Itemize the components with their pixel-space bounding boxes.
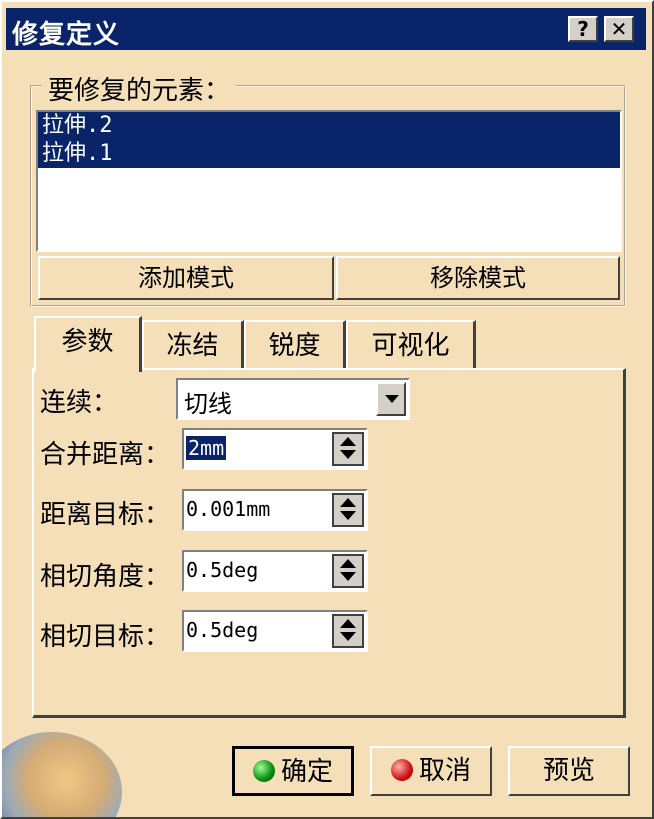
tangency-angle-value: 0.5deg: [186, 558, 259, 582]
cancel-button[interactable]: 取消: [370, 746, 492, 796]
tab-sharpness[interactable]: 锐度: [244, 320, 346, 370]
tangency-target-label: 相切目标：: [40, 622, 171, 652]
merge-distance-value: 2mm: [186, 436, 227, 460]
tab-freeze[interactable]: 冻结: [142, 320, 244, 370]
continuity-label: 连续：: [40, 388, 119, 418]
distance-target-label: 距离目标：: [40, 500, 171, 530]
help-icon: ?: [577, 17, 589, 41]
continuity-value: 切线: [184, 390, 232, 418]
close-button[interactable]: ✕: [604, 16, 634, 42]
distance-target-value: 0.001mm: [186, 497, 271, 521]
distance-target-field[interactable]: 0.001mm: [182, 489, 368, 531]
tab-parameters[interactable]: 参数: [34, 316, 142, 372]
spinner-icon[interactable]: [332, 432, 364, 466]
red-dot-icon: [390, 758, 413, 781]
tangency-target-value: 0.5deg: [186, 618, 259, 642]
merge-distance-label: 合并距离：: [40, 440, 171, 470]
green-dot-icon: [252, 759, 275, 782]
elements-group-legend: 要修复的元素：: [42, 70, 237, 107]
window-title: 修复定义: [12, 20, 121, 50]
tangency-angle-label: 相切角度：: [40, 562, 171, 592]
add-mode-button[interactable]: 添加模式: [38, 256, 334, 300]
tab-visualization[interactable]: 可视化: [346, 320, 476, 370]
ok-label: 确定: [280, 757, 333, 787]
merge-distance-field[interactable]: 2mm: [182, 428, 368, 470]
list-item[interactable]: 拉伸.2: [38, 112, 620, 140]
elements-list[interactable]: 拉伸.2 拉伸.1: [36, 110, 622, 252]
title-bar[interactable]: 修复定义 ? ✕: [6, 8, 646, 50]
spinner-icon[interactable]: [332, 614, 364, 648]
cancel-label: 取消: [418, 756, 471, 786]
continuity-select[interactable]: 切线: [176, 378, 410, 420]
list-item[interactable]: 拉伸.1: [38, 140, 620, 168]
tangency-target-field[interactable]: 0.5deg: [182, 610, 368, 652]
tangency-angle-field[interactable]: 0.5deg: [182, 550, 368, 592]
remove-mode-button[interactable]: 移除模式: [336, 256, 620, 300]
help-button[interactable]: ?: [568, 16, 598, 42]
preview-button[interactable]: 预览: [508, 746, 630, 796]
ok-button[interactable]: 确定: [232, 746, 354, 796]
parameters-panel: [32, 368, 626, 718]
spinner-icon[interactable]: [332, 554, 364, 588]
close-icon: ✕: [610, 17, 628, 41]
decorative-corner-graphic: [2, 732, 122, 817]
repair-definition-dialog: 修复定义 ? ✕ 要修复的元素： 拉伸.2 拉伸.1 添加模式 移除模式 参数 …: [0, 0, 654, 819]
spinner-icon[interactable]: [332, 493, 364, 527]
dropdown-arrow-icon[interactable]: [376, 382, 406, 416]
